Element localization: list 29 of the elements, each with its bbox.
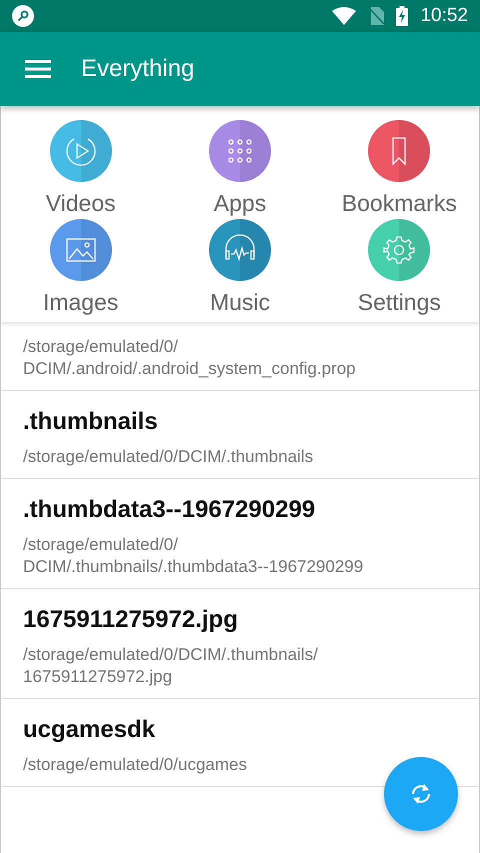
search-icon — [12, 5, 34, 27]
play-icon[interactable] — [50, 120, 112, 182]
category-label[interactable]: Music — [210, 289, 270, 316]
category-label[interactable]: Images — [42, 289, 118, 316]
file-path: /storage/emulated/0/ DCIM/.android/.android_system_config.prop — [23, 336, 357, 380]
clock-time: 10:52 — [420, 5, 468, 27]
file-name[interactable]: .thumbnails — [23, 408, 457, 436]
settings-icon[interactable] — [368, 219, 430, 281]
category-label[interactable]: Apps — [214, 190, 266, 217]
bookmark-icon[interactable] — [368, 120, 430, 182]
grid-icon[interactable] — [208, 120, 271, 182]
app-title: Everything — [81, 55, 194, 83]
file-name[interactable]: .thumbdata3--1967290299 — [23, 496, 457, 524]
file-name[interactable]: 1675911275972.jpg — [23, 606, 457, 634]
image-icon[interactable] — [50, 219, 112, 281]
file-path: /storage/emulated/0/DCIM/.thumbnails/ 1675911275972.jpg — [23, 644, 319, 688]
headphones-icon[interactable] — [208, 219, 271, 281]
file-path: /storage/emulated/0/DCIM/.thumbnails — [23, 446, 314, 468]
file-path: /storage/emulated/0/ DCIM/.thumbnails/.thumbdata3--1967290299 — [23, 534, 364, 578]
menu-icon[interactable] — [25, 59, 51, 79]
no-sim-icon — [368, 7, 384, 25]
category-label[interactable]: Settings — [358, 289, 441, 316]
refresh-button[interactable] — [384, 757, 458, 831]
category-label[interactable]: Bookmarks — [342, 190, 457, 217]
category-label[interactable]: Videos — [46, 190, 116, 217]
file-path: /storage/emulated/0/ucgames — [23, 754, 248, 776]
file-name[interactable]: ucgamesdk — [23, 716, 457, 744]
wifi-icon — [332, 7, 356, 25]
battery-icon — [396, 6, 408, 26]
